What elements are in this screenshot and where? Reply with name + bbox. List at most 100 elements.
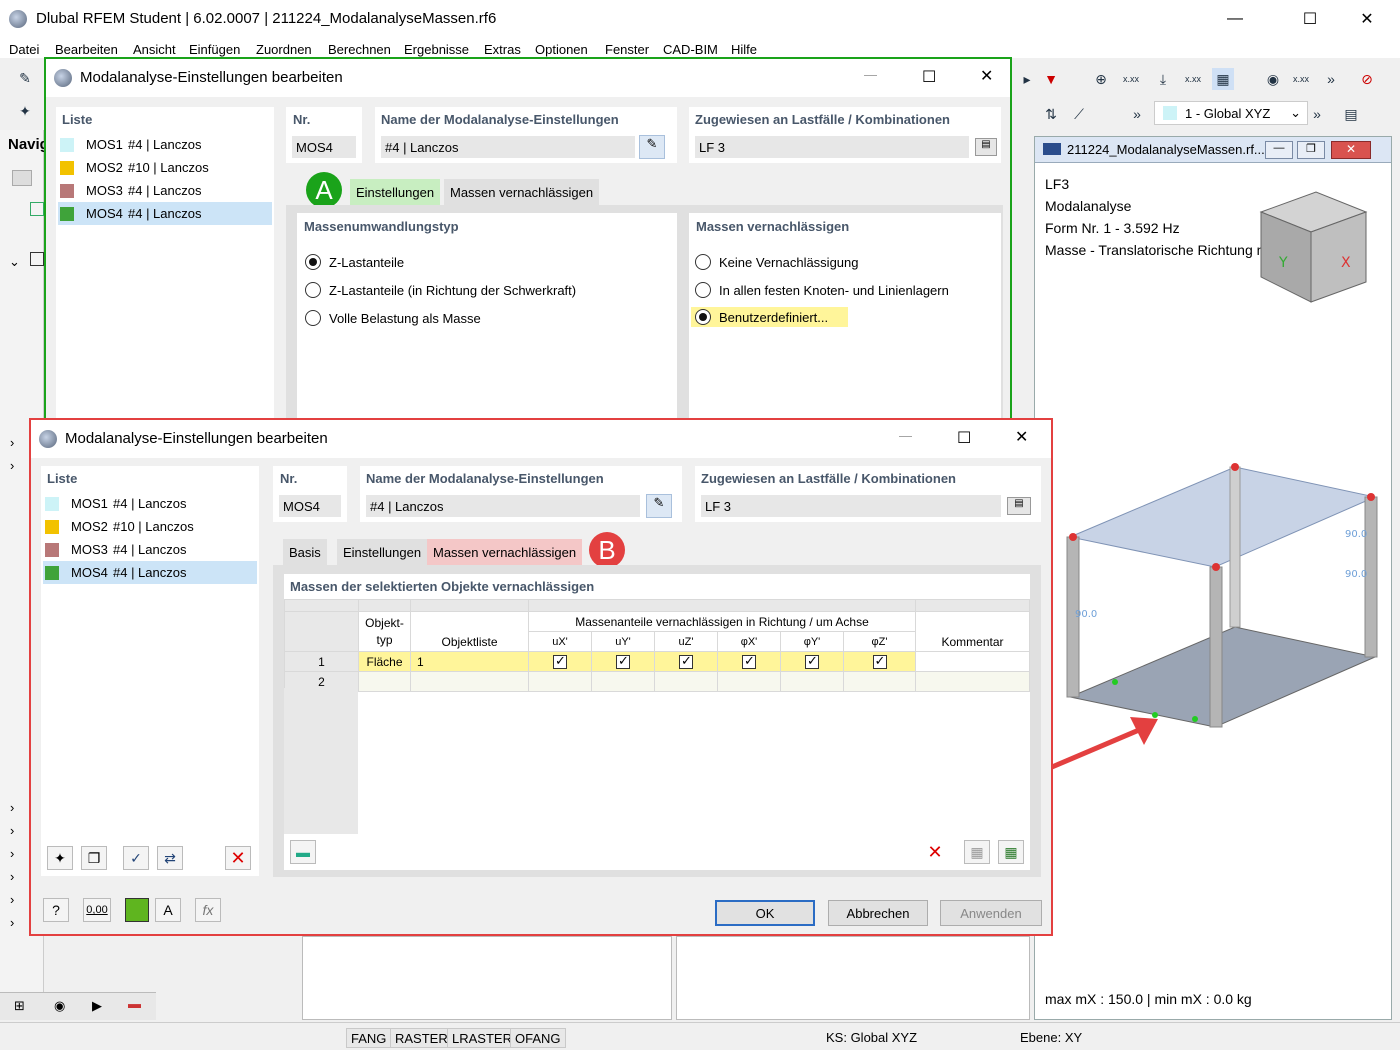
minimize-icon[interactable]: — bbox=[1212, 6, 1258, 32]
list-item-mos3[interactable]: MOS3 #4 | Lanczos bbox=[58, 179, 272, 202]
color-picker-icon[interactable] bbox=[125, 898, 149, 922]
nr-field[interactable]: MOS4 bbox=[279, 495, 341, 517]
edit-name-icon[interactable]: ✎ bbox=[639, 135, 665, 159]
tab-basis[interactable]: Basis bbox=[283, 539, 327, 565]
status-raster[interactable]: RASTER bbox=[390, 1028, 453, 1048]
kommentar-cell[interactable] bbox=[915, 671, 1030, 692]
ok-button[interactable]: OK bbox=[715, 900, 815, 926]
tree-chevron-icon[interactable]: › bbox=[10, 800, 14, 815]
apply-button[interactable]: Anwenden bbox=[940, 900, 1042, 926]
select-loadcase-icon[interactable]: ▤ bbox=[1007, 497, 1031, 515]
menu-ergebnisse[interactable]: Ergebnisse bbox=[404, 42, 469, 57]
list-item-mos2[interactable]: MOS2 #10 | Lanczos bbox=[43, 515, 257, 538]
nav-checkbox[interactable] bbox=[30, 202, 44, 216]
close-icon[interactable]: ✕ bbox=[1344, 6, 1390, 32]
filter-icon[interactable]: ▼ bbox=[1040, 68, 1062, 90]
units-button[interactable]: 0,00 bbox=[83, 898, 111, 922]
status-ofang[interactable]: OFANG bbox=[510, 1028, 566, 1048]
load-arrow-icon[interactable]: ⤓ bbox=[1152, 68, 1174, 90]
xxx-icon[interactable]: x.xx bbox=[1120, 68, 1142, 90]
objekttyp-cell[interactable] bbox=[358, 671, 411, 692]
assigned-field[interactable]: LF 3 bbox=[695, 136, 969, 158]
table-format-icon[interactable]: ▬ bbox=[290, 840, 316, 864]
radio-festen-lagern[interactable]: In allen festen Knoten- und Linienlagern bbox=[695, 282, 949, 298]
edit-name-icon[interactable]: ✎ bbox=[646, 494, 672, 518]
menu-einfuegen[interactable]: Einfügen bbox=[189, 42, 240, 57]
new-setting-icon[interactable]: ✦ bbox=[47, 846, 73, 870]
menu-bearbeiten[interactable]: Bearbeiten bbox=[55, 42, 118, 57]
coord-system-select[interactable]: 1 - Global XYZ ⌄ bbox=[1154, 101, 1308, 125]
menu-datei[interactable]: Datei bbox=[9, 42, 39, 57]
menu-fenster[interactable]: Fenster bbox=[605, 42, 649, 57]
xxx2-icon[interactable]: x.xx bbox=[1182, 68, 1204, 90]
viewport-restore-icon[interactable]: ❐ bbox=[1297, 141, 1325, 159]
more3-icon[interactable]: » bbox=[1306, 103, 1328, 125]
eye-icon[interactable]: ◉ bbox=[1262, 68, 1284, 90]
structure-model[interactable]: 90.0 90.0 90.0 bbox=[1055, 457, 1395, 747]
assigned-field[interactable]: LF 3 bbox=[701, 495, 1001, 517]
status-fang[interactable]: FANG bbox=[346, 1028, 392, 1048]
list-item-mos1[interactable]: MOS1 #4 | Lanczos bbox=[43, 492, 257, 515]
menu-cad-bim[interactable]: CAD-BIM bbox=[663, 42, 718, 57]
formula-icon[interactable]: fx bbox=[195, 898, 221, 922]
radio-z-lastanteile[interactable]: Z-Lastanteile bbox=[305, 254, 404, 270]
model-viewport[interactable]: 211224_ModalanalyseMassen.rf... — ❐ ✕ LF… bbox=[1034, 136, 1392, 1020]
tab-einstellungen[interactable]: Einstellungen bbox=[337, 539, 428, 565]
help-icon[interactable]: ? bbox=[43, 898, 69, 922]
select-loadcase-icon[interactable]: ▤ bbox=[975, 138, 997, 156]
tree-chevron-icon[interactable]: › bbox=[10, 458, 14, 473]
table-row[interactable]: 2 bbox=[284, 671, 1030, 692]
menu-extras[interactable]: Extras bbox=[484, 42, 521, 57]
export-excel-icon[interactable]: ▦ bbox=[964, 840, 990, 864]
viewport-close-icon[interactable]: ✕ bbox=[1331, 141, 1371, 159]
check-all-icon[interactable]: ✓ bbox=[123, 846, 149, 870]
data-tab-icon[interactable]: ⊞ bbox=[14, 998, 25, 1014]
support-icon[interactable]: ⊕ bbox=[1090, 68, 1112, 90]
tab-einstellungen[interactable]: Einstellungen bbox=[350, 179, 441, 205]
grid-view-icon[interactable]: ▦ bbox=[1212, 68, 1234, 90]
display-tab-icon[interactable]: ◉ bbox=[54, 998, 65, 1014]
list-item-mos2[interactable]: MOS2 #10 | Lanczos bbox=[58, 156, 272, 179]
table-edit-icon[interactable]: ▤ bbox=[1340, 103, 1362, 125]
tree-chevron-icon[interactable]: › bbox=[10, 869, 14, 884]
list-item-mos3[interactable]: MOS3 #4 | Lanczos bbox=[43, 538, 257, 561]
name-field[interactable]: #4 | Lanczos bbox=[366, 495, 640, 517]
copy-setting-icon[interactable]: ❐ bbox=[81, 846, 107, 870]
import-excel-icon[interactable]: ▦ bbox=[998, 840, 1024, 864]
line-tool-icon[interactable]: ⟋ bbox=[1068, 103, 1090, 125]
objektliste-cell[interactable] bbox=[410, 671, 529, 692]
radio-volle-belastung[interactable]: Volle Belastung als Masse bbox=[305, 310, 481, 326]
new-model-icon[interactable]: ✎ bbox=[14, 67, 36, 89]
objekttyp-cell[interactable]: Fläche bbox=[358, 651, 411, 672]
maximize-icon[interactable]: ☐ bbox=[1287, 6, 1333, 32]
nav-checkbox-2[interactable] bbox=[30, 252, 44, 266]
dialog-a-close-icon[interactable]: ✕ bbox=[980, 66, 993, 86]
results-tab-icon[interactable]: ▬ bbox=[128, 996, 141, 1011]
dialog-a-minimize-icon[interactable]: — bbox=[864, 67, 877, 82]
view-cube-icon[interactable]: X Y bbox=[1241, 177, 1371, 307]
nav-model-icon[interactable] bbox=[12, 170, 32, 186]
dialog-b-maximize-icon[interactable]: ☐ bbox=[957, 428, 971, 448]
cancel-button[interactable]: Abbrechen bbox=[828, 900, 928, 926]
renumber-icon[interactable]: ⇄ bbox=[157, 846, 183, 870]
xxx3-icon[interactable]: x.xx bbox=[1290, 68, 1312, 90]
tab-massen-vernachlaessigen[interactable]: Massen vernachlässigen bbox=[427, 539, 583, 565]
objektliste-cell[interactable]: 1 bbox=[410, 651, 529, 672]
checkbox-uz[interactable] bbox=[679, 653, 693, 669]
menu-berechnen[interactable]: Berechnen bbox=[328, 42, 391, 57]
star-icon[interactable]: ✦ bbox=[14, 100, 36, 122]
kommentar-cell[interactable] bbox=[915, 651, 1030, 672]
tree-chevron-icon[interactable]: › bbox=[10, 846, 14, 861]
delete-setting-icon[interactable]: ✕ bbox=[225, 846, 251, 870]
viewport-minimize-icon[interactable]: — bbox=[1265, 141, 1293, 159]
search-cancel-icon[interactable]: ⊘ bbox=[1356, 68, 1378, 90]
tree-chevron-icon[interactable]: › bbox=[10, 892, 14, 907]
checkbox-phix[interactable] bbox=[742, 653, 756, 669]
tab-massen-vernachlaessigen[interactable]: Massen vernachlässigen bbox=[444, 179, 600, 205]
name-field[interactable]: #4 | Lanczos bbox=[381, 136, 635, 158]
tree-chevron-icon[interactable]: › bbox=[10, 823, 14, 838]
dialog-b-close-icon[interactable]: ✕ bbox=[1015, 427, 1028, 447]
radio-keine[interactable]: Keine Vernachlässigung bbox=[695, 254, 859, 270]
list-item-mos4[interactable]: MOS4 #4 | Lanczos bbox=[43, 561, 257, 584]
table-row[interactable]: 1 Fläche 1 bbox=[284, 651, 1030, 672]
